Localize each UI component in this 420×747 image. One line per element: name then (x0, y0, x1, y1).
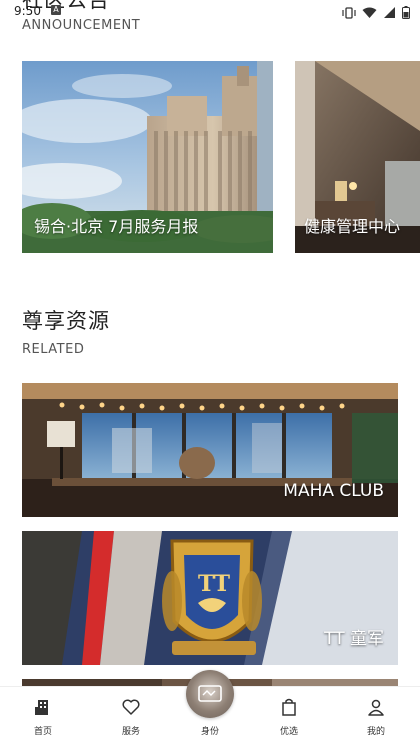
status-bar: 9:50 A (0, 0, 420, 22)
nav-mine[interactable]: 我的 (346, 697, 406, 737)
heart-icon (122, 699, 140, 715)
nav-home-label: 首页 (33, 727, 52, 737)
nav-service-label: 服务 (121, 727, 140, 737)
status-notification-icon: A (51, 5, 61, 15)
vibrate-icon (342, 4, 356, 23)
resource-card-label: TT 童军 (324, 629, 384, 649)
nav-mine-label: 我的 (366, 727, 385, 737)
status-time: 9:50 (14, 4, 41, 18)
announcement-card-health-center[interactable]: 健康管理中心 (295, 61, 420, 253)
related-title: 尊享资源 (22, 309, 110, 333)
nav-selection-label: 优选 (279, 727, 298, 737)
id-card-icon (198, 685, 222, 702)
signal-icon (383, 4, 396, 23)
battery-icon (402, 4, 410, 23)
svg-text:TT: TT (198, 571, 231, 597)
nav-home[interactable]: 首页 (13, 697, 73, 737)
shopping-bag-icon (282, 698, 296, 716)
announcement-card-label: 锡合·北京 7月服务月报 (34, 217, 199, 236)
person-icon (368, 699, 384, 716)
nav-service[interactable]: 服务 (101, 697, 161, 737)
resource-card-label: MAHA CLUB (283, 481, 384, 501)
building-icon (35, 700, 48, 715)
nav-identity-button[interactable] (186, 670, 234, 718)
wifi-icon (362, 4, 377, 23)
announcement-card-label: 健康管理中心 (304, 217, 401, 236)
status-icons (342, 4, 410, 23)
resource-card-maha-club[interactable]: MAHA CLUB (22, 383, 398, 517)
announcement-card-monthly-report[interactable]: 锡合·北京 7月服务月报 (22, 61, 273, 253)
nav-selection[interactable]: 优选 (259, 697, 319, 737)
resource-card-tt-scouts[interactable]: TT TT 童军 (22, 531, 398, 665)
nav-identity-label: 身份 (200, 727, 219, 737)
related-subtitle: RELATED (22, 342, 85, 357)
